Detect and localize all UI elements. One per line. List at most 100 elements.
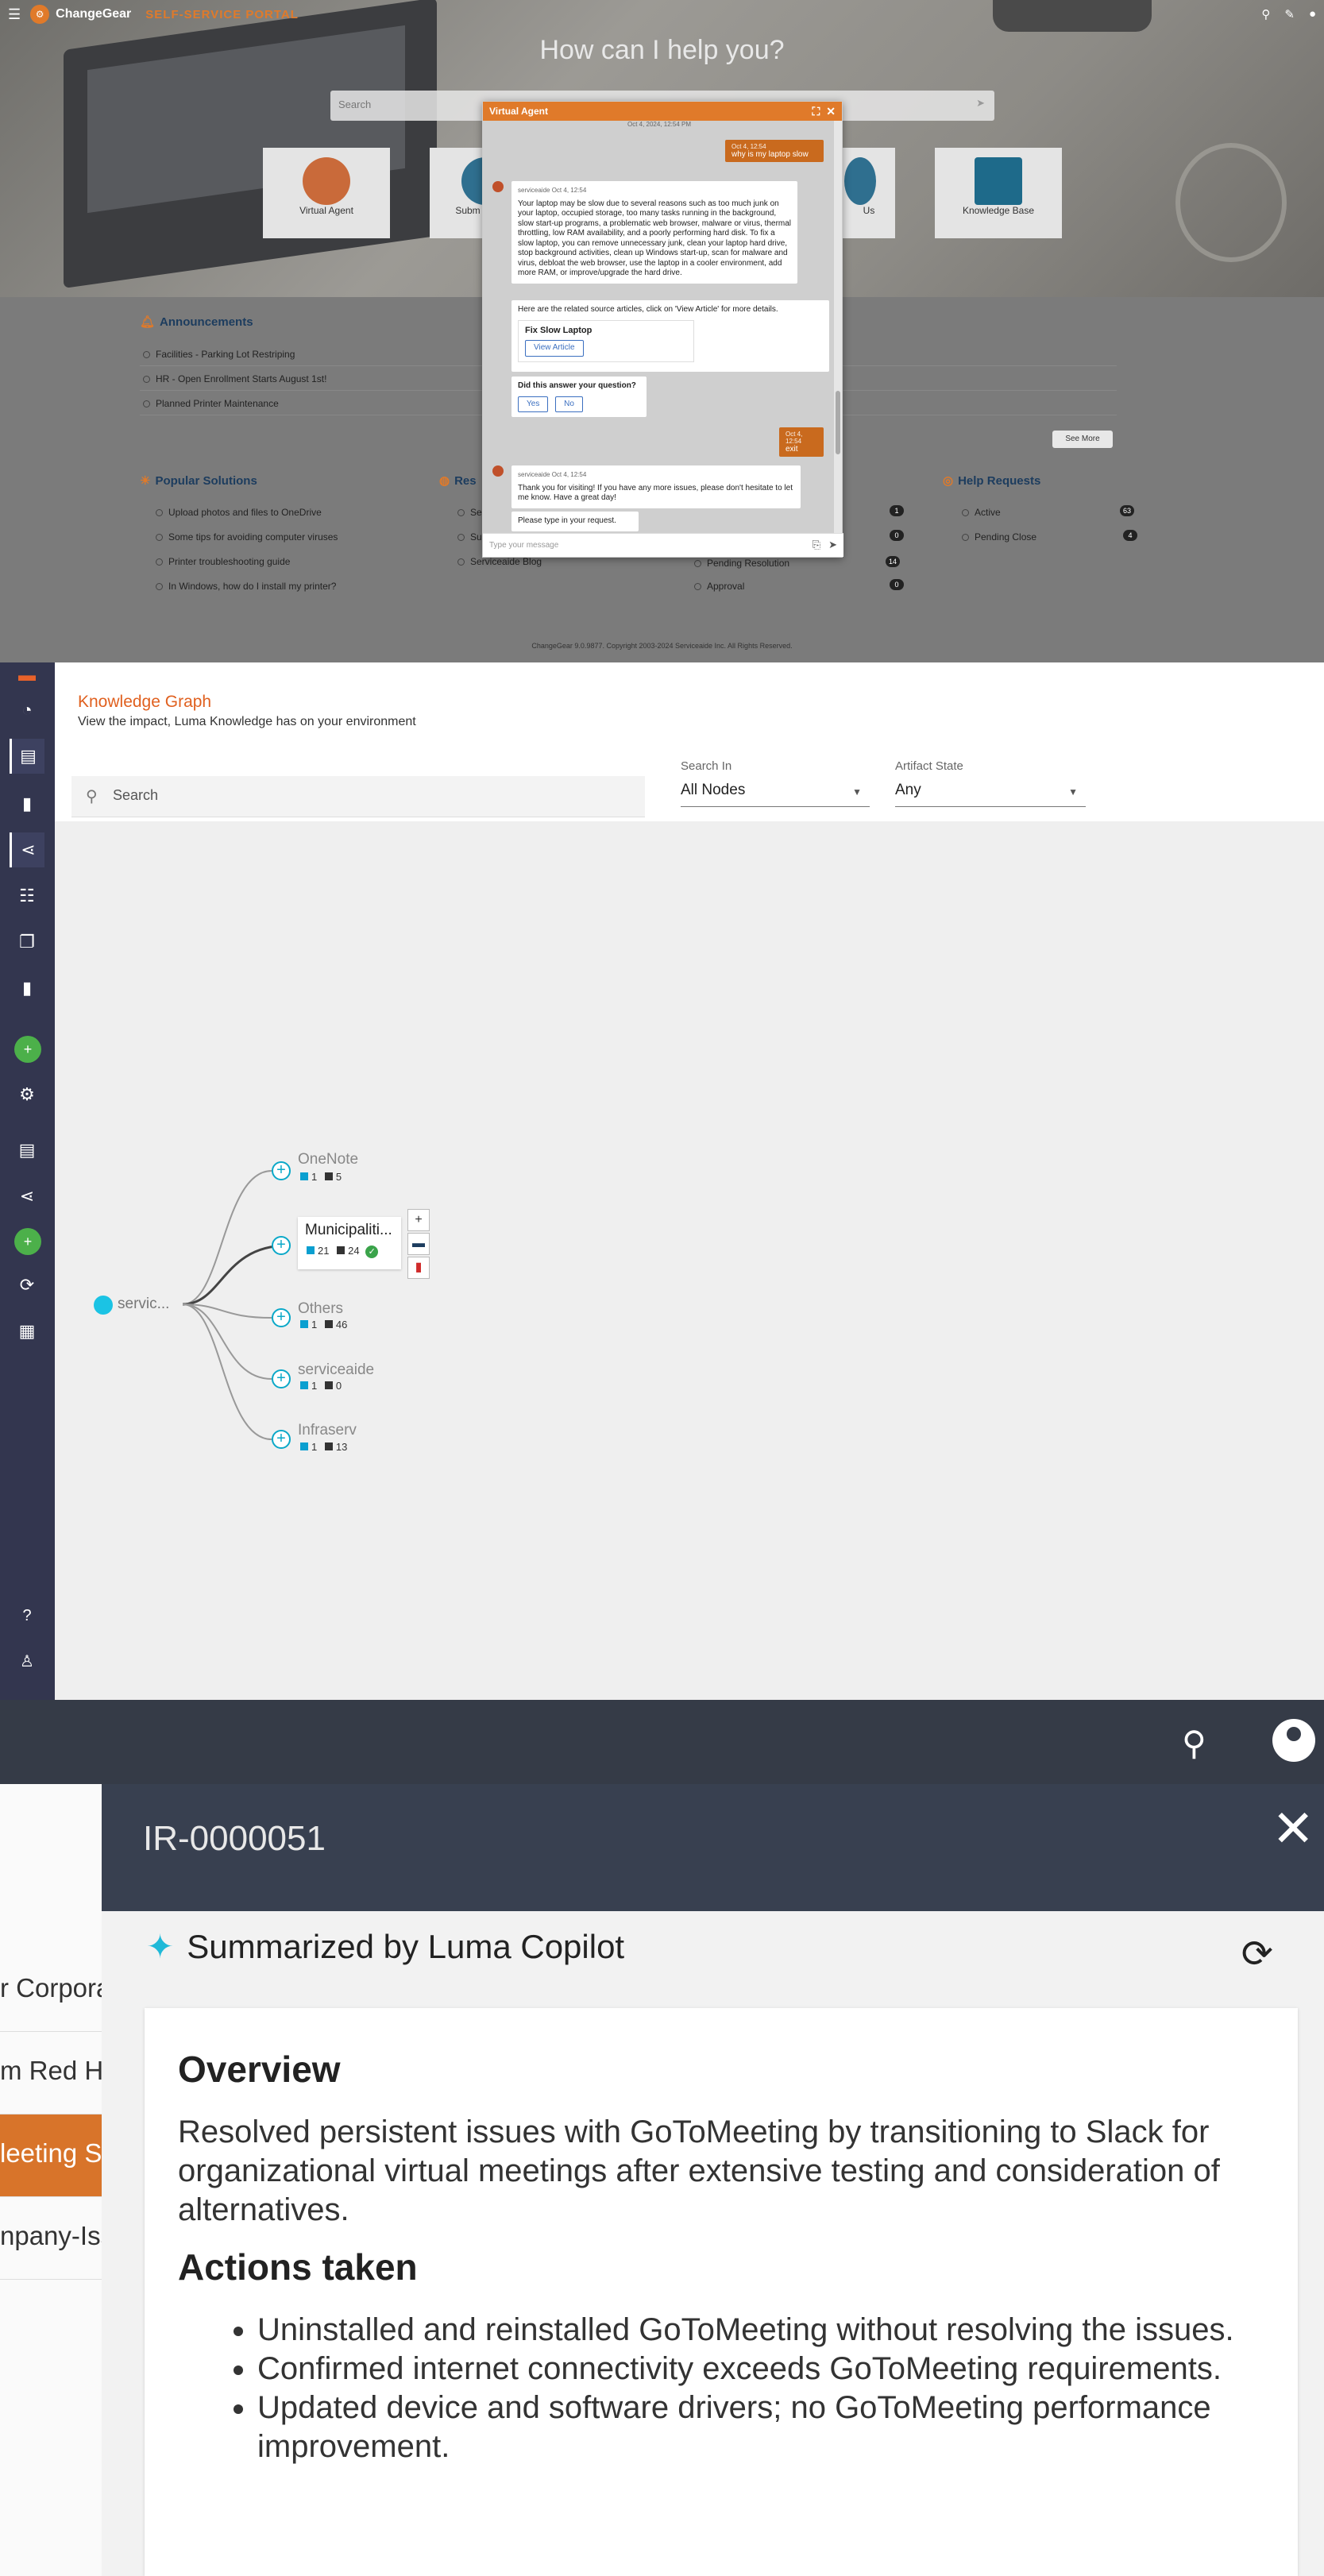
search-icon[interactable]: ⚲ (1261, 7, 1270, 21)
refresh-icon[interactable]: ⟳ (1241, 1932, 1273, 1976)
expand-icon[interactable]: ⛶ (812, 105, 820, 118)
overview-text: Resolved persistent issues with GoToMeet… (178, 2114, 1220, 2227)
sparkle-icon: ✦ (146, 1928, 175, 1965)
action-item: Uninstalled and reinstalled GoToMeeting … (257, 2311, 1264, 2350)
see-more-button[interactable]: See More (1052, 431, 1113, 448)
edit-icon[interactable]: ✎ (1284, 7, 1295, 21)
view-article-button[interactable]: View Article (525, 340, 584, 357)
virtual-agent-icon (303, 157, 350, 205)
expand-node-icon[interactable]: + (272, 1430, 291, 1449)
help-item-pending-close[interactable]: Pending Close (959, 530, 1036, 544)
article-title: Fix Slow Laptop (525, 325, 593, 335)
node-counts: 21 24 ✓ (307, 1245, 379, 1258)
file-icon (324, 1442, 333, 1450)
expand-node-icon[interactable]: + (272, 1308, 291, 1327)
no-button[interactable]: No (555, 396, 583, 412)
tile-submit[interactable]: Subm (430, 148, 509, 238)
bot-prompt-message: Please type in your request. (511, 512, 639, 531)
resource-item[interactable]: Se (454, 505, 482, 519)
tile-label: Virtual Agent (299, 205, 353, 216)
node-serviceaide[interactable]: serviceaide (298, 1361, 374, 1379)
scrollbar-thumb[interactable] (836, 391, 840, 454)
article-card: Fix Slow Laptop View Article (518, 319, 694, 362)
popular-item[interactable]: Upload photos and files to OneDrive (152, 505, 322, 519)
list-item-selected[interactable]: leeting S (0, 2114, 102, 2197)
related-text: Here are the related source articles, cl… (518, 305, 778, 314)
popular-item[interactable]: Printer troubleshooting guide (152, 554, 290, 569)
actions-heading: Actions taken (178, 2246, 418, 2288)
user-message: Oct 4, 12:54 exit (779, 427, 824, 457)
move-folder-button[interactable]: ▬ (407, 1233, 430, 1255)
help-item-active[interactable]: Active (959, 505, 1001, 519)
node-municipalities[interactable]: Municipaliti... (305, 1222, 392, 1239)
search-placeholder: Search (338, 98, 372, 110)
count-b: 24 (348, 1245, 360, 1257)
request-item[interactable]: Pending Resolution (691, 556, 789, 570)
user-avatar-icon[interactable] (1272, 1719, 1315, 1762)
chat-scrollbar[interactable] (834, 121, 842, 535)
ticket-drawer: IR-0000051 ✕ ✦ Summarized by Luma Copilot… (102, 1784, 1324, 2576)
resource-item[interactable]: Su (454, 530, 482, 544)
file-icon (337, 1246, 345, 1254)
help-count: 63 (1120, 505, 1134, 516)
popular-item[interactable]: In Windows, how do I install my printer? (152, 579, 336, 593)
expand-node-icon[interactable]: + (272, 1369, 291, 1388)
search-icon[interactable]: ⚲ (1182, 1724, 1206, 1763)
portal-footer: ChangeGear 9.0.9877. Copyright 2003-2024… (531, 642, 793, 650)
request-count: 14 (886, 556, 900, 567)
folder-icon (300, 1172, 308, 1180)
list-item[interactable]: npany-Iss (0, 2197, 102, 2280)
tile-label: Knowledge Base (962, 205, 1035, 216)
send-icon[interactable]: ➤ (828, 539, 837, 551)
bot-name: serviceaide (518, 471, 550, 478)
delete-node-button[interactable]: ▮ (407, 1257, 430, 1279)
portal-topbar: ☰ ⚙ ChangeGear SELF-SERVICE PORTAL ⚲ ✎ ● (0, 0, 1324, 29)
expand-node-icon[interactable]: + (272, 1236, 291, 1255)
overview-heading: Overview (178, 2049, 341, 2090)
tile-knowledge-base[interactable]: Knowledge Base (935, 148, 1062, 238)
popular-solutions-heading: ☀ Popular Solutions (140, 473, 257, 488)
node-onenote[interactable]: OneNote (298, 1151, 358, 1168)
count-a: 1 (311, 1441, 318, 1453)
request-count: 0 (890, 530, 904, 541)
knowledge-base-icon (975, 157, 1022, 205)
chat-message-input[interactable]: Type your message ⎘ ➤ (483, 533, 843, 557)
message-time: Oct 4, 12:54 (551, 471, 587, 478)
tile-virtual-agent[interactable]: Virtual Agent (263, 148, 390, 238)
close-icon[interactable]: ✕ (826, 105, 836, 118)
user-message: Oct 4, 12:54 why is my laptop slow (725, 140, 824, 162)
send-icon[interactable]: ➤ (976, 97, 985, 110)
count-a: 1 (311, 1380, 318, 1392)
close-icon[interactable]: ✕ (1272, 1803, 1314, 1854)
node-infraserv[interactable]: Infraserv (298, 1422, 357, 1439)
related-articles-message: Here are the related source articles, cl… (511, 300, 829, 372)
edge-serviceaide (182, 1303, 272, 1380)
root-node-dot[interactable] (94, 1296, 113, 1315)
tile-contact-us[interactable]: Us (843, 148, 895, 238)
list-item[interactable]: m Red H (0, 2032, 102, 2114)
count-b: 0 (335, 1380, 342, 1392)
count-a: 1 (311, 1319, 318, 1330)
count-b: 5 (335, 1171, 342, 1183)
changegear-logo-icon: ⚙ (30, 5, 50, 24)
bot-answer-text: Your laptop may be slow due to several r… (518, 199, 792, 278)
root-node-label[interactable]: servic... (118, 1296, 169, 1313)
chat-transcript: Oct 4, 2024, 12:54 PM Oct 4, 12:54 why i… (483, 121, 836, 535)
tile-label: Subm (455, 205, 481, 216)
message-time: Oct 4, 12:54 (551, 187, 587, 194)
portal-headline: How can I help you? (539, 35, 785, 65)
request-item[interactable]: Approval (691, 579, 744, 593)
add-node-button[interactable]: + (407, 1209, 430, 1231)
attachment-icon[interactable]: ⎘ (813, 539, 820, 551)
brand-name: ChangeGear (56, 7, 132, 21)
file-icon (324, 1381, 333, 1389)
user-icon[interactable]: ● (1309, 7, 1316, 21)
popular-item[interactable]: Some tips for avoiding computer viruses (152, 530, 338, 544)
list-item[interactable]: r Corpora (0, 1949, 102, 2032)
help-requests-heading: ◎ Help Requests (943, 473, 1040, 488)
hamburger-menu-icon[interactable]: ☰ (8, 6, 21, 23)
yes-button[interactable]: Yes (518, 396, 549, 412)
expand-node-icon[interactable]: + (272, 1161, 291, 1180)
contact-us-icon (844, 157, 876, 205)
node-others[interactable]: Others (298, 1300, 343, 1318)
